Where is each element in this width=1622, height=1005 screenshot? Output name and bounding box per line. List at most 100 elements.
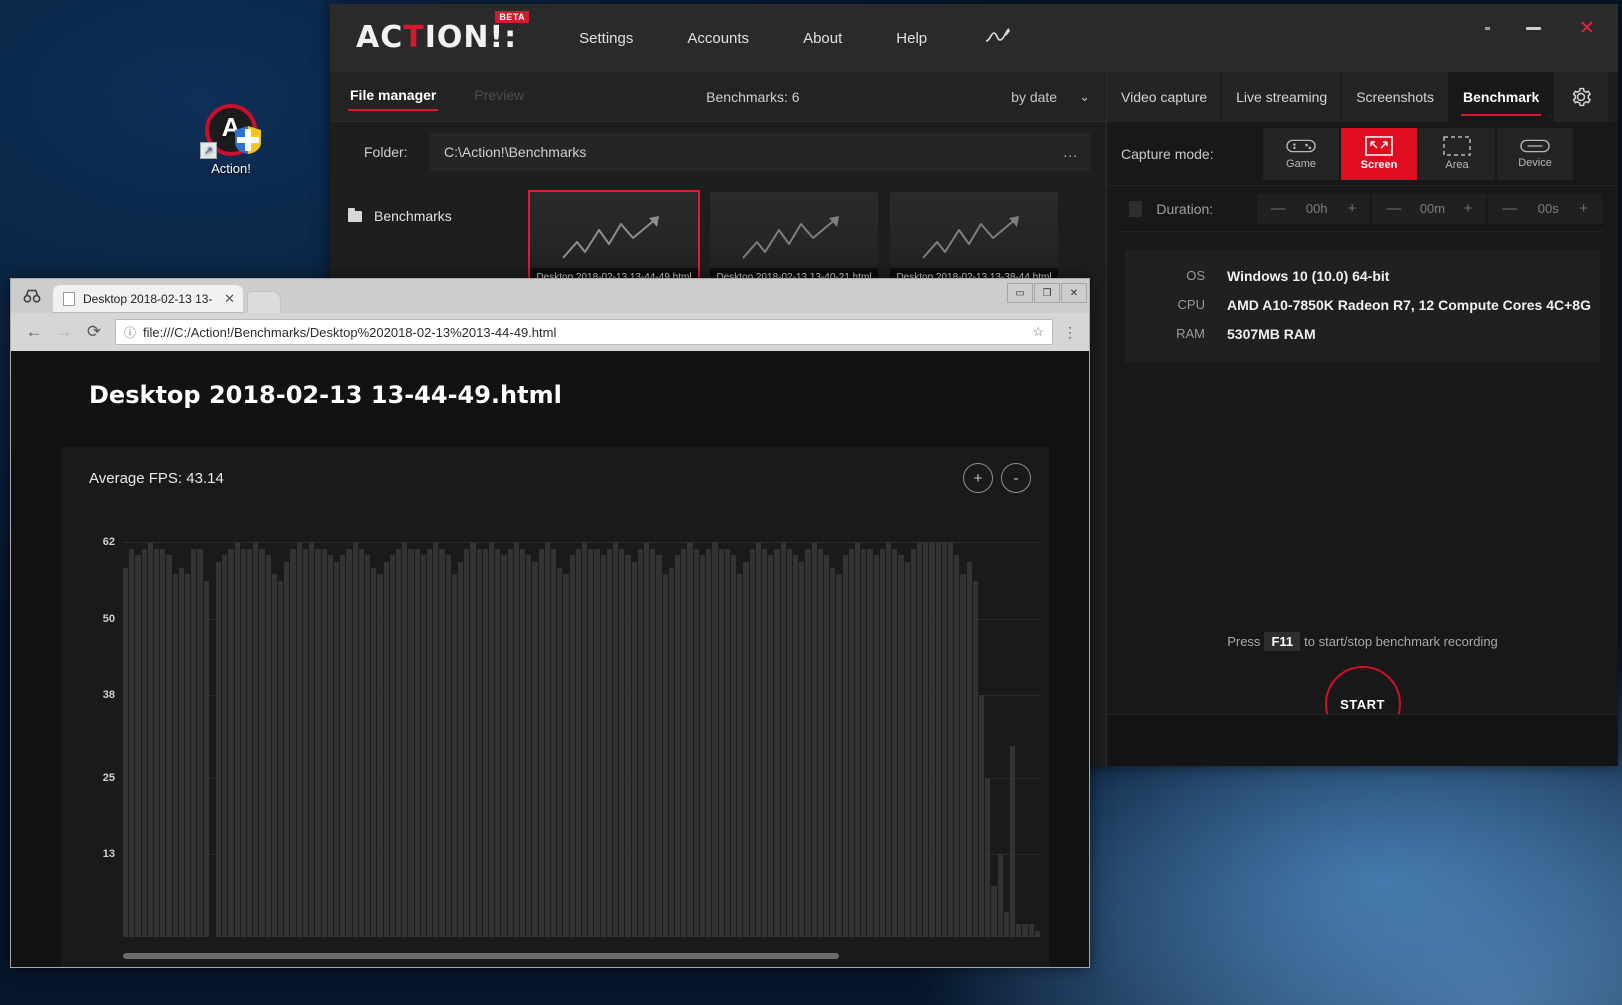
chart-bar bbox=[755, 542, 761, 937]
shortcut-arrow-icon: ↗ bbox=[200, 142, 217, 159]
back-button[interactable]: ← bbox=[19, 322, 49, 342]
increment-icon[interactable]: + bbox=[1569, 200, 1598, 217]
new-tab-button[interactable] bbox=[247, 291, 281, 313]
chart-bar bbox=[730, 555, 737, 937]
decrement-icon[interactable]: — bbox=[1376, 200, 1411, 217]
chart-bar bbox=[383, 561, 389, 937]
chart-bar bbox=[613, 542, 619, 937]
chart-bar bbox=[1028, 924, 1034, 937]
capture-mode-screen[interactable]: Screen bbox=[1341, 127, 1417, 180]
duration-hours-stepper[interactable]: — 00h + bbox=[1256, 193, 1371, 224]
browser-minimize-button[interactable]: ▭ bbox=[1007, 283, 1033, 303]
tab-screenshots[interactable]: Screenshots bbox=[1342, 72, 1450, 122]
chart-bar bbox=[557, 567, 563, 937]
page-title: Desktop 2018-02-13 13-44-49.html bbox=[89, 381, 562, 409]
browser-maximize-button[interactable]: ❐ bbox=[1034, 283, 1060, 303]
system-info-value: AMD A10-7850K Radeon R7, 12 Compute Core… bbox=[1227, 297, 1591, 313]
chart-bar bbox=[408, 548, 414, 937]
folder-icon bbox=[348, 207, 362, 222]
duration-minutes-stepper[interactable]: — 00m + bbox=[1372, 193, 1487, 224]
folder-path-field[interactable]: C:\Action!\Benchmarks ... bbox=[430, 133, 1090, 171]
chart-bar bbox=[737, 574, 743, 937]
sort-dropdown[interactable]: by date ⌄ bbox=[1011, 89, 1090, 105]
tab-file-manager[interactable]: File manager bbox=[348, 83, 439, 111]
decrement-icon[interactable]: — bbox=[1261, 200, 1296, 217]
bookmark-star-icon[interactable]: ☆ bbox=[1032, 324, 1044, 340]
chart-bar bbox=[637, 548, 644, 937]
capture-mode-device[interactable]: Device bbox=[1497, 127, 1573, 180]
chart-bar bbox=[836, 574, 842, 937]
chart-bar bbox=[712, 542, 718, 937]
info-icon[interactable]: ⓘ bbox=[124, 324, 136, 341]
pen-icon[interactable] bbox=[985, 27, 1011, 50]
chart-bar bbox=[985, 777, 991, 937]
zoom-in-button[interactable]: + bbox=[963, 463, 993, 493]
duration-label: Duration: bbox=[1156, 200, 1214, 217]
chart-bar bbox=[191, 548, 197, 937]
minimize-button[interactable] bbox=[1510, 4, 1556, 52]
chart-bar bbox=[1016, 924, 1022, 937]
duration-checkbox[interactable] bbox=[1129, 200, 1143, 217]
chart-bar bbox=[259, 548, 265, 937]
chart-bar bbox=[724, 548, 730, 937]
chart-bar bbox=[960, 574, 966, 937]
forward-button[interactable]: → bbox=[49, 322, 79, 342]
tab-benchmark[interactable]: Benchmark bbox=[1449, 72, 1555, 122]
browser-window-controls: ▭ ❐ ✕ bbox=[1007, 283, 1087, 303]
tree-item-benchmarks[interactable]: Benchmarks bbox=[348, 207, 530, 224]
zoom-out-button[interactable]: - bbox=[1001, 463, 1031, 493]
tab-preview[interactable]: Preview bbox=[472, 83, 526, 111]
chart-bar bbox=[216, 561, 222, 937]
file-manager-tabs: File manager Preview Benchmarks: 6 by da… bbox=[330, 72, 1106, 122]
increment-icon[interactable]: + bbox=[1338, 200, 1367, 217]
close-button[interactable]: ✕ bbox=[1556, 4, 1618, 52]
address-bar-url: file:///C:/Action!/Benchmarks/Desktop%20… bbox=[143, 324, 557, 340]
chart-bar bbox=[433, 542, 439, 937]
browser-close-button[interactable]: ✕ bbox=[1061, 283, 1087, 303]
chart-horizontal-scrollbar[interactable] bbox=[123, 953, 1041, 959]
duration-row: Duration: — 00h + — 00m + — 00s + bbox=[1121, 186, 1604, 232]
menu-item-accounts[interactable]: Accounts bbox=[687, 30, 749, 47]
duration-seconds-stepper[interactable]: — 00s + bbox=[1488, 193, 1602, 224]
thumbnail-item[interactable]: Desktop 2018-02-13 13-44-49.html bbox=[528, 190, 700, 290]
chevron-down-icon: ⌄ bbox=[1079, 88, 1090, 104]
average-fps-label: Average FPS: 43.14 bbox=[89, 469, 224, 487]
address-bar[interactable]: ⓘ file:///C:/Action!/Benchmarks/Desktop%… bbox=[115, 319, 1053, 345]
chart-bar bbox=[172, 574, 178, 937]
kebab-menu-icon[interactable]: ⋮ bbox=[1059, 325, 1081, 339]
scrollbar-thumb[interactable] bbox=[123, 953, 840, 959]
chart-bar bbox=[160, 548, 166, 937]
folder-browse-button[interactable]: ... bbox=[1063, 144, 1078, 160]
action-titlebar: ACTION!: BETA Settings Accounts About He… bbox=[330, 4, 1618, 72]
capture-mode-area[interactable]: Area bbox=[1419, 127, 1495, 180]
fullscreen-icon bbox=[1365, 136, 1393, 156]
desktop-icon-action[interactable]: A ↗ Action! bbox=[186, 104, 276, 176]
tab-video-capture[interactable]: Video capture bbox=[1107, 72, 1223, 122]
logo-text: ACTION!: bbox=[356, 20, 518, 55]
chart-bar bbox=[718, 548, 724, 937]
gear-icon[interactable] bbox=[1554, 72, 1609, 122]
decrement-icon[interactable]: — bbox=[1492, 200, 1527, 217]
chart-bar bbox=[594, 548, 600, 937]
chart-bar bbox=[662, 574, 668, 937]
chart-bar bbox=[265, 555, 271, 937]
tab-live-streaming[interactable]: Live streaming bbox=[1222, 72, 1343, 122]
menu-item-help[interactable]: Help bbox=[896, 30, 927, 47]
menu-item-about[interactable]: About bbox=[803, 30, 842, 47]
chart-bar bbox=[842, 555, 848, 937]
page-favicon-icon bbox=[63, 292, 75, 306]
duration-seconds-value: 00s bbox=[1537, 201, 1559, 216]
chart-bar bbox=[625, 555, 631, 937]
browser-tab[interactable]: Desktop 2018-02-13 13- ✕ bbox=[53, 285, 243, 313]
reload-button[interactable]: ⟳ bbox=[79, 322, 109, 342]
capture-mode-game[interactable]: Game bbox=[1263, 127, 1339, 180]
menu-item-settings[interactable]: Settings bbox=[579, 30, 633, 47]
thumbnail-item[interactable]: Desktop 2018-02-13 13-38-44.html bbox=[890, 192, 1058, 288]
chart-bar bbox=[439, 548, 445, 937]
chart-bar bbox=[482, 548, 488, 937]
device-icon bbox=[1520, 139, 1550, 153]
thumbnail-item[interactable]: Desktop 2018-02-13 13-40-21.html bbox=[710, 192, 878, 288]
minimize-small-button[interactable] bbox=[1464, 4, 1510, 52]
increment-icon[interactable]: + bbox=[1453, 200, 1482, 217]
close-tab-icon[interactable]: ✕ bbox=[224, 291, 235, 307]
